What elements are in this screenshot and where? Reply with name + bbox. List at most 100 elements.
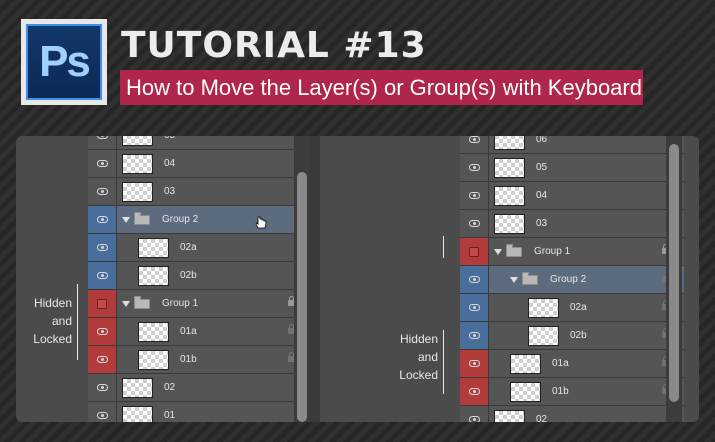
- layer-row[interactable]: 03: [460, 210, 684, 238]
- left-scrollbar[interactable]: [294, 136, 310, 422]
- eye-icon: [96, 328, 108, 335]
- photoshop-logo: Ps: [21, 19, 107, 105]
- annotation-line-hidden: Hidden: [33, 296, 72, 310]
- visibility-toggle[interactable]: [460, 350, 489, 377]
- layer-row[interactable]: 01: [88, 402, 310, 422]
- visibility-toggle[interactable]: [88, 178, 117, 205]
- visibility-toggle[interactable]: [88, 150, 117, 177]
- layer-row[interactable]: 06: [460, 136, 684, 154]
- hidden-indicator-icon: [469, 246, 479, 257]
- layer-row[interactable]: 04: [460, 182, 684, 210]
- visibility-toggle[interactable]: [88, 318, 117, 345]
- layer-name: 02a: [180, 242, 197, 253]
- visibility-toggle[interactable]: [460, 154, 489, 181]
- visibility-toggle[interactable]: [460, 294, 489, 321]
- layer-row[interactable]: 05: [460, 154, 684, 182]
- photoshop-logo-text: Ps: [26, 24, 102, 100]
- layer-name: 05: [536, 162, 548, 173]
- eye-icon: [96, 244, 108, 251]
- visibility-toggle[interactable]: [460, 136, 489, 153]
- layer-name: Group 2: [550, 274, 587, 285]
- eye-icon: [468, 192, 480, 199]
- layer-row[interactable]: 04: [88, 150, 310, 178]
- visibility-toggle[interactable]: [88, 374, 117, 401]
- layer-name: 06: [536, 136, 548, 145]
- right-annotation-bracket: [443, 330, 444, 394]
- layer-thumbnail: [138, 238, 169, 258]
- eye-icon: [96, 216, 108, 223]
- visibility-toggle[interactable]: [460, 238, 489, 265]
- disclosure-triangle-icon[interactable]: [122, 301, 130, 307]
- layer-name: Group 2: [162, 214, 199, 225]
- layer-group-row[interactable]: Group 1: [88, 290, 310, 318]
- hidden-indicator-icon: [97, 298, 107, 309]
- disclosure-triangle-icon[interactable]: [494, 249, 502, 255]
- layers-comparison-board: Hidden and Locked 05 04 03 Group 2 02a 02b Gro…: [16, 136, 699, 422]
- layer-name: 02: [536, 414, 548, 422]
- visibility-toggle[interactable]: [88, 290, 117, 317]
- layer-row[interactable]: 01a: [460, 350, 684, 378]
- visibility-toggle[interactable]: [460, 266, 489, 293]
- visibility-toggle[interactable]: [88, 206, 117, 233]
- left-annotation: Hidden and Locked: [26, 294, 72, 348]
- annotation-line-hidden: Hidden: [399, 332, 438, 346]
- visibility-toggle[interactable]: [88, 136, 117, 149]
- eye-icon: [468, 416, 480, 422]
- eye-icon: [468, 136, 480, 143]
- left-annotation-bracket: [77, 284, 78, 360]
- layer-row[interactable]: 01b: [88, 346, 310, 374]
- layer-thumbnail: [138, 350, 169, 370]
- disclosure-triangle-icon[interactable]: [122, 217, 130, 223]
- layer-group-row[interactable]: Group 1: [460, 238, 684, 266]
- layer-name: 01b: [552, 386, 569, 397]
- annotation-line-locked: Locked: [399, 368, 438, 382]
- layer-name: 01: [164, 410, 176, 421]
- layer-row[interactable]: 02a: [460, 294, 684, 322]
- annotation-line-and: and: [51, 314, 72, 328]
- right-annotation-tick: [443, 236, 444, 258]
- visibility-toggle[interactable]: [460, 210, 489, 237]
- eye-icon: [468, 304, 480, 311]
- visibility-toggle[interactable]: [460, 322, 489, 349]
- eye-icon: [468, 276, 480, 283]
- layer-row[interactable]: 02b: [460, 322, 684, 350]
- visibility-toggle[interactable]: [88, 346, 117, 373]
- layer-row[interactable]: 02a: [88, 234, 310, 262]
- layer-thumbnail: [494, 410, 525, 422]
- annotation-line-and: and: [417, 350, 438, 364]
- folder-icon: [134, 212, 150, 225]
- folder-icon: [134, 296, 150, 309]
- eye-icon: [96, 160, 108, 167]
- left-layers-panel: 05 04 03 Group 2 02a 02b Group 1 01a 01b 02 01: [88, 136, 310, 422]
- visibility-toggle[interactable]: [460, 378, 489, 405]
- visibility-toggle[interactable]: [88, 234, 117, 261]
- layer-group-row[interactable]: Group 2: [88, 206, 310, 234]
- disclosure-triangle-icon[interactable]: [510, 277, 518, 283]
- visibility-toggle[interactable]: [460, 182, 489, 209]
- visibility-toggle[interactable]: [460, 406, 489, 422]
- layer-row[interactable]: 02: [460, 406, 684, 422]
- layer-group-row[interactable]: Group 2: [460, 266, 684, 294]
- layer-row[interactable]: 01b: [460, 378, 684, 406]
- eye-icon: [96, 272, 108, 279]
- layer-name: Group 1: [162, 298, 199, 309]
- right-scrollbar-thumb[interactable]: [669, 144, 679, 402]
- layer-thumbnail: [122, 136, 153, 146]
- layer-row[interactable]: 02: [88, 374, 310, 402]
- layer-name: 04: [164, 158, 176, 169]
- eye-icon: [96, 384, 108, 391]
- layer-row[interactable]: 01a: [88, 318, 310, 346]
- layer-row[interactable]: 03: [88, 178, 310, 206]
- layer-row[interactable]: 05: [88, 136, 310, 150]
- layer-thumbnail: [494, 214, 525, 234]
- visibility-toggle[interactable]: [88, 262, 117, 289]
- layer-row[interactable]: 02b: [88, 262, 310, 290]
- visibility-toggle[interactable]: [88, 402, 117, 422]
- layer-name: 04: [536, 190, 548, 201]
- left-scrollbar-thumb[interactable]: [297, 172, 307, 422]
- layer-name: 01a: [552, 358, 569, 369]
- right-layers-panel: 06 05 04 03 Group 1 Group 2 02a 02b 01a 01b 02: [460, 136, 684, 422]
- layer-thumbnail: [122, 378, 153, 398]
- eye-icon: [96, 356, 108, 363]
- right-scrollbar[interactable]: [666, 136, 682, 422]
